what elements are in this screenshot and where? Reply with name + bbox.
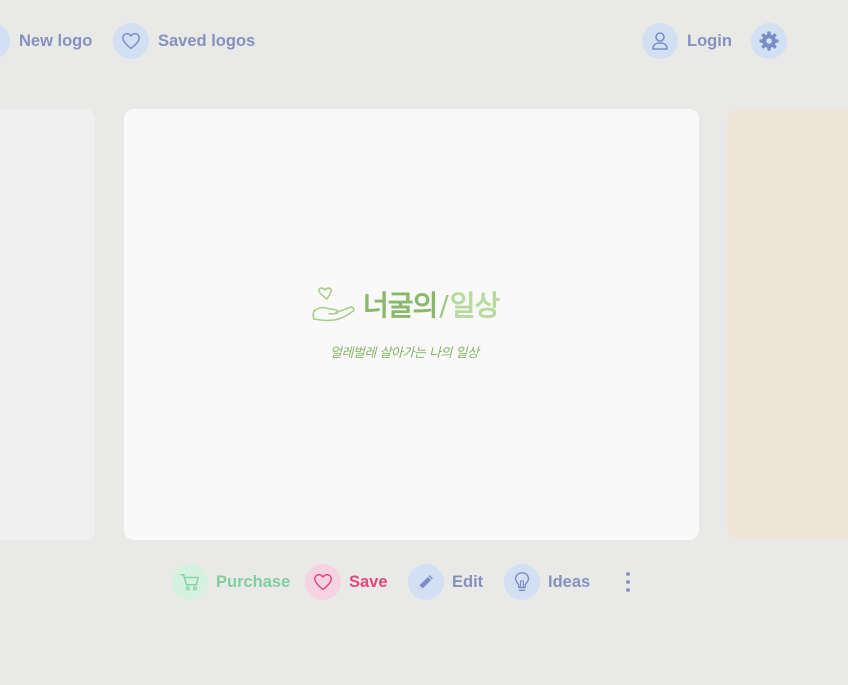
saved-logos-label: Saved logos — [158, 31, 256, 50]
more-vertical-icon — [626, 588, 630, 592]
next-logo-card[interactable] — [727, 109, 848, 540]
more-vertical-icon — [626, 580, 630, 584]
gear-icon — [751, 23, 787, 59]
previous-logo-card[interactable] — [0, 109, 95, 540]
user-icon — [642, 23, 678, 59]
new-logo-label: New logo — [19, 31, 93, 50]
purchase-label: Purchase — [216, 572, 291, 591]
save-button[interactable]: Save — [305, 564, 388, 600]
plus-icon — [0, 23, 10, 59]
logo-generator-page: New logo Saved logos Login 너굴의/일상 얼레벌레 살… — [0, 0, 848, 685]
ideas-label: Ideas — [548, 572, 591, 591]
more-vertical-icon — [626, 572, 630, 576]
login-button[interactable]: Login — [642, 23, 732, 59]
logo-title-separator: / — [439, 289, 448, 322]
more-options-button[interactable] — [619, 569, 637, 595]
logo-title-part2: 일상 — [449, 289, 501, 322]
save-label: Save — [349, 572, 388, 591]
heart-icon — [305, 564, 341, 600]
purchase-button[interactable]: Purchase — [172, 564, 290, 600]
logo-subtitle: 얼레벌레 살아가는 나의 일상 — [330, 346, 479, 361]
edit-button[interactable]: Edit — [408, 564, 483, 600]
heart-icon — [113, 23, 149, 59]
settings-button[interactable] — [751, 23, 787, 59]
new-logo-button[interactable]: New logo — [0, 23, 92, 59]
cart-icon — [172, 564, 208, 600]
logo-title: 너굴의/일상 — [363, 289, 501, 322]
pencil-icon — [408, 564, 444, 600]
saved-logos-button[interactable]: Saved logos — [113, 23, 255, 59]
hand-heart-icon — [312, 287, 355, 322]
logo-title-part1: 너굴의 — [363, 289, 438, 322]
lightbulb-icon — [504, 564, 540, 600]
current-logo-card[interactable]: 너굴의/일상 얼레벌레 살아가는 나의 일상 — [124, 109, 699, 540]
edit-label: Edit — [452, 572, 484, 591]
login-label: Login — [687, 31, 732, 50]
ideas-button[interactable]: Ideas — [504, 564, 590, 600]
